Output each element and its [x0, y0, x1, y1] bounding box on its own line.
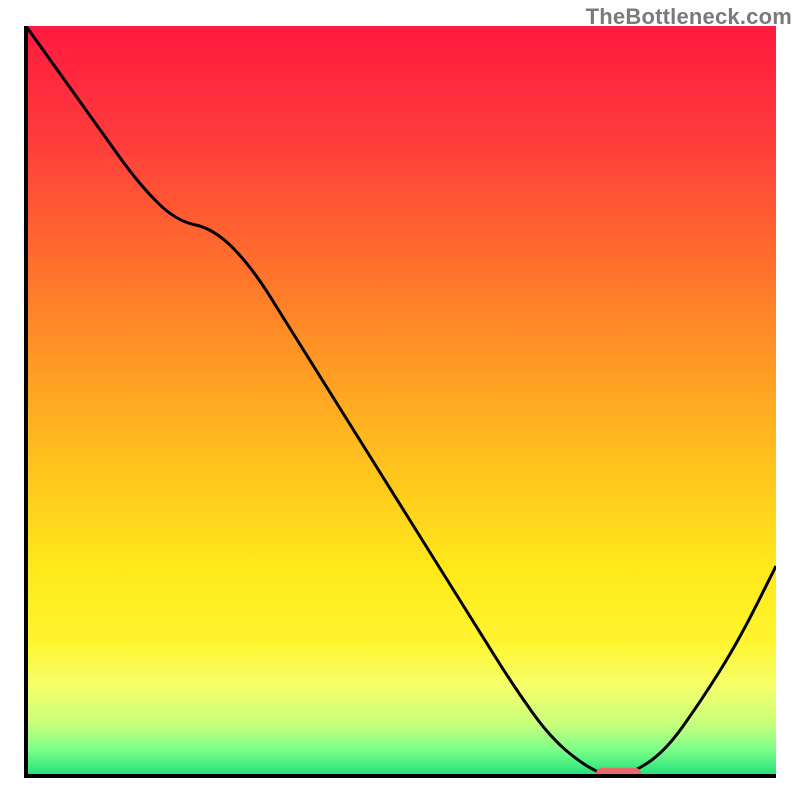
- chart-svg: [0, 0, 800, 800]
- bottleneck-chart: TheBottleneck.com: [0, 0, 800, 800]
- watermark-text: TheBottleneck.com: [586, 4, 792, 30]
- gradient-background: [26, 26, 776, 776]
- plot-area: [26, 26, 776, 780]
